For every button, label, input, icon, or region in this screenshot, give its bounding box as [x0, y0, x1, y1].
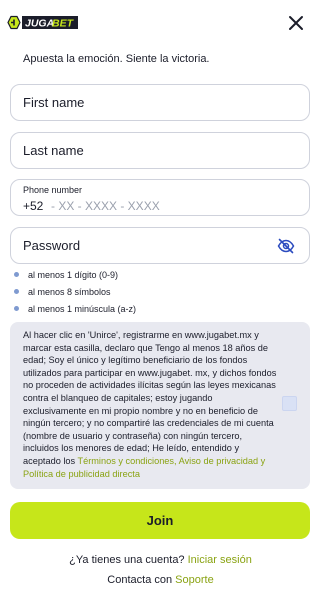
svg-text:JUGA: JUGA — [25, 18, 54, 30]
support-prompt: Contacta con — [107, 574, 173, 586]
first-name-placeholder: First name — [23, 95, 85, 110]
rule-bullet — [14, 289, 19, 294]
password-placeholder: Password — [23, 238, 81, 253]
password-rule: al menos 1 dígito (0-9) — [12, 266, 136, 283]
eye-off-icon[interactable] — [277, 238, 295, 254]
terms-body: Al hacer clic en 'Unirce', registrarme e… — [23, 330, 277, 466]
jugabet-logo: JUGA BET — [7, 15, 78, 30]
terms-checkbox[interactable] — [282, 396, 297, 411]
first-name-input[interactable]: First name — [10, 84, 310, 121]
support-line: Contacta con Soporte — [0, 574, 321, 586]
phone-number-mask: - XX - XXXX - XXXX — [51, 199, 160, 213]
login-prompt: ¿Ya tienes una cuenta? — [69, 554, 185, 566]
last-name-input[interactable]: Last name — [10, 132, 310, 169]
login-link[interactable]: Iniciar sesión — [188, 554, 252, 566]
password-rules: al menos 1 dígito (0-9) al menos 8 símbo… — [12, 266, 136, 317]
login-prompt-line: ¿Ya tienes una cuenta? Iniciar sesión — [0, 554, 321, 566]
phone-number-label: Phone number — [23, 185, 83, 195]
rule-bullet — [14, 306, 19, 311]
support-link[interactable]: Soporte — [175, 574, 214, 586]
last-name-placeholder: Last name — [23, 143, 84, 158]
password-rule: al menos 1 minúscula (a-z) — [12, 300, 136, 317]
rule-text: al menos 1 dígito (0-9) — [28, 269, 119, 280]
rule-bullet — [14, 272, 19, 277]
join-button[interactable]: Join — [10, 502, 310, 539]
password-input[interactable]: Password — [10, 227, 310, 264]
svg-text:BET: BET — [52, 18, 75, 30]
terms-text: Al hacer clic en 'Unirce', registrarme e… — [23, 329, 278, 480]
phone-country-code[interactable]: +52 — [23, 199, 43, 213]
close-icon[interactable] — [287, 14, 305, 32]
terms-panel: Al hacer clic en 'Unirce', registrarme e… — [10, 322, 310, 489]
rule-text: al menos 1 minúscula (a-z) — [28, 303, 137, 314]
phone-number-input[interactable]: Phone number +52 - XX - XXXX - XXXX — [10, 179, 310, 216]
password-rule: al menos 8 símbolos — [12, 283, 136, 300]
header: JUGA BET — [0, 0, 321, 46]
subtitle: Apuesta la emoción. Siente la victoria. — [23, 53, 210, 65]
rule-text: al menos 8 símbolos — [28, 286, 111, 297]
